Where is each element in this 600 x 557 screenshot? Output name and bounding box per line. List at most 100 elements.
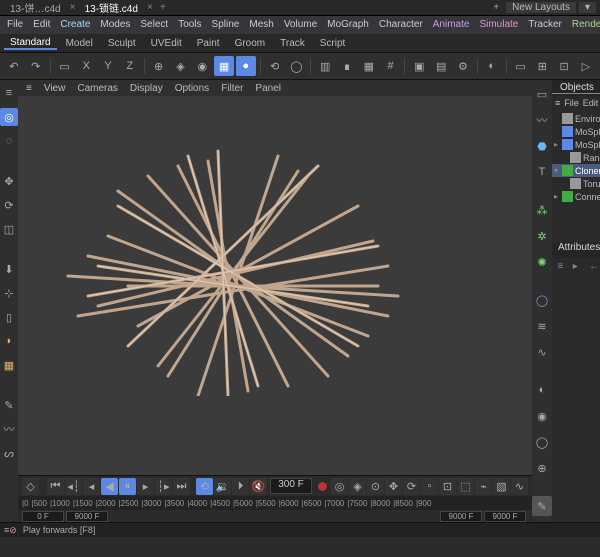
obj-torus[interactable]: Torus	[583, 179, 600, 189]
object-manager[interactable]: Environment MoSpline.1 ▸MoSpline Random …	[552, 110, 600, 205]
rotate-tool-icon[interactable]: ⟳	[0, 196, 18, 214]
coord-local-icon[interactable]: ◈	[171, 56, 191, 76]
loop-icon[interactable]: ⟲	[196, 478, 213, 495]
layout-plus-icon[interactable]: +	[489, 2, 503, 13]
new-doc-icon[interactable]: +	[156, 2, 170, 13]
generator-icon[interactable]: ⬣	[532, 136, 552, 156]
render-pv-icon[interactable]: ▤	[431, 56, 451, 76]
close-tab-0-icon[interactable]: ×	[67, 2, 79, 13]
proj-total-field[interactable]: 9000 F	[484, 511, 526, 522]
obj-mospline[interactable]: MoSpline	[575, 140, 600, 150]
keyframe-icon[interactable]: ◈	[349, 478, 366, 495]
viewport-cam-icon[interactable]: ▷	[576, 56, 596, 76]
menu-simulate[interactable]: Simulate	[474, 16, 523, 34]
obj-random[interactable]: Random	[583, 153, 600, 163]
tab-objects[interactable]: Objects	[552, 82, 600, 94]
env-obj-icon[interactable]: ⊕	[532, 458, 552, 478]
prev-frame-icon[interactable]: ◂	[83, 478, 100, 495]
mode-model[interactable]: Model	[60, 38, 99, 49]
mode-uvedit[interactable]: UVEdit	[145, 38, 188, 49]
field-icon[interactable]: ✺	[532, 252, 552, 272]
undo-icon[interactable]: ↶	[4, 56, 24, 76]
new-layouts-button[interactable]: New Layouts	[506, 2, 576, 13]
playback-icon[interactable]: ⏵	[232, 478, 249, 495]
menu-tools[interactable]: Tools	[173, 16, 206, 34]
light-obj-icon[interactable]: ◉	[532, 406, 552, 426]
sketch-icon[interactable]: ᔕ	[0, 444, 18, 462]
reset-icon[interactable]: ◯	[287, 56, 307, 76]
menu-animate[interactable]: Animate	[428, 16, 475, 34]
key-param-icon[interactable]: ⊡	[439, 478, 456, 495]
key-anim-icon[interactable]: ⌁	[475, 478, 492, 495]
camera-obj-icon[interactable]: ◐	[532, 380, 552, 400]
axis-y-icon[interactable]: Y	[98, 56, 118, 76]
proj-end-field[interactable]: 9000 F	[440, 511, 482, 522]
place-tool-icon[interactable]: ⬇	[0, 260, 18, 278]
effector-icon[interactable]: ✲	[532, 226, 552, 246]
render-icon[interactable]: ▣	[409, 56, 429, 76]
menu-spline[interactable]: Spline	[207, 16, 245, 34]
mode-sculpt[interactable]: Sculpt	[102, 38, 142, 49]
menu-file[interactable]: File	[2, 16, 28, 34]
menu-character[interactable]: Character	[374, 16, 428, 34]
menu-render[interactable]: Render	[567, 16, 600, 34]
key-pla-icon[interactable]: ⬚	[457, 478, 474, 495]
key-sel-icon[interactable]: ⊙	[367, 478, 384, 495]
obj-connect[interactable]: Connect	[575, 192, 600, 202]
vp-options[interactable]: Options	[171, 83, 213, 94]
vp-view[interactable]: View	[40, 83, 70, 94]
shading-icon[interactable]: ●	[236, 56, 256, 76]
obj-mospline1[interactable]: MoSpline.1	[575, 127, 600, 137]
psr-icon[interactable]: ◉	[192, 56, 212, 76]
objlist-edit[interactable]: Edit	[583, 98, 599, 108]
quantize-icon[interactable]: #	[381, 56, 401, 76]
spline-pen-icon[interactable]: 〰	[0, 420, 18, 438]
lasso-icon[interactable]: ◌	[0, 132, 18, 150]
mode-paint[interactable]: Paint	[191, 38, 226, 49]
menu-mograph[interactable]: MoGraph	[322, 16, 374, 34]
attr-mode-icon[interactable]: ▸	[570, 260, 581, 272]
mode-standard[interactable]: Standard	[4, 37, 57, 50]
cloner-icon[interactable]: ⁂	[532, 200, 552, 220]
mode-groom[interactable]: Groom	[229, 38, 272, 49]
key-anim2-icon[interactable]: ▧	[493, 478, 510, 495]
dynamics-icon[interactable]: ≋	[532, 316, 552, 336]
axis-x-icon[interactable]: X	[76, 56, 96, 76]
brush-icon[interactable]: ✎	[0, 396, 18, 414]
move-tool-icon[interactable]: ✥	[0, 172, 18, 190]
asset-browser-icon[interactable]: ✎	[532, 496, 552, 516]
live-select-icon[interactable]: ◎	[0, 108, 18, 126]
snap-grid-icon[interactable]: ▦	[359, 56, 379, 76]
select-rect-icon[interactable]: ▭	[55, 56, 75, 76]
layout-dropdown-icon[interactable]: ▾	[579, 2, 596, 13]
coord-world-icon[interactable]: ⊕	[149, 56, 169, 76]
key-rot-icon[interactable]: ⟳	[403, 478, 420, 495]
vp-panel[interactable]: Panel	[251, 83, 285, 94]
autokey-icon[interactable]: ◎	[331, 478, 348, 495]
history-icon[interactable]: ⟲	[265, 56, 285, 76]
menu-icon[interactable]: ≡	[0, 84, 18, 102]
soft-select-icon[interactable]: ◗	[0, 332, 18, 350]
menu-select[interactable]: Select	[135, 16, 173, 34]
next-frame-icon[interactable]: ▸	[137, 478, 154, 495]
play-backward-icon[interactable]: ◀	[101, 478, 118, 495]
fcurves-icon[interactable]: ∿	[511, 478, 528, 495]
particle-icon[interactable]: ∿	[532, 342, 552, 362]
text-tool-icon[interactable]: T	[532, 162, 552, 182]
range-end-field[interactable]: 9000 F	[66, 511, 108, 522]
spline-prim-icon[interactable]: 〰	[532, 110, 552, 130]
doc-tab-0[interactable]: 13-饼…c4d	[4, 0, 67, 15]
workplane-icon[interactable]: ▥	[315, 56, 335, 76]
vp-cameras[interactable]: Cameras	[73, 83, 122, 94]
sound-icon[interactable]: 🔉	[214, 478, 231, 495]
prev-key-icon[interactable]: ◂┆	[65, 478, 82, 495]
volume-icon[interactable]: ◯	[532, 290, 552, 310]
mode-script[interactable]: Script	[314, 38, 352, 49]
menu-tracker[interactable]: Tracker	[523, 16, 567, 34]
obj-env[interactable]: Environment	[575, 114, 600, 124]
tab-attributes[interactable]: Attributes	[552, 242, 600, 258]
menu-create[interactable]: Create	[55, 16, 95, 34]
redo-icon[interactable]: ↷	[26, 56, 46, 76]
cube-prim-icon[interactable]: ▭	[532, 84, 552, 104]
menu-volume[interactable]: Volume	[279, 16, 322, 34]
